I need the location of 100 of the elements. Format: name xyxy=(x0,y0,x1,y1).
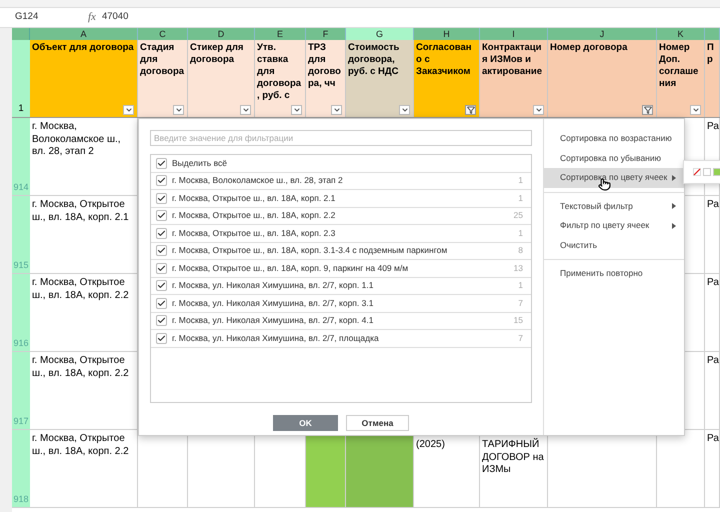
checkbox[interactable] xyxy=(156,280,167,292)
filter-dropdown-button[interactable] xyxy=(123,105,134,115)
submenu-arrow-icon xyxy=(672,222,676,229)
menu-label: Сортировка по цвету ячеек xyxy=(560,171,668,184)
item-label: г. Москва, Открытое ш., вл. 18А, корп. 3.1-3.4 с подземным паркингом xyxy=(172,244,448,258)
checkbox[interactable] xyxy=(156,175,167,186)
filter-dropdown-button[interactable] xyxy=(399,105,410,115)
column-header[interactable]: I xyxy=(480,28,548,40)
header-text: Утв. ставка для договора, руб. с xyxy=(256,41,302,102)
column-header[interactable]: H xyxy=(414,28,480,40)
item-label: г. Москва, Открытое ш., вл. 18А, корп. 9, паркинг на 409 м/м xyxy=(172,262,410,275)
header-text: Стоимость договора, руб. с НДС xyxy=(347,41,400,78)
no-fill-swatch[interactable] xyxy=(693,168,701,176)
submenu-arrow-icon xyxy=(672,203,676,210)
header-text: Номер Доп. соглашения xyxy=(658,41,700,90)
list-item[interactable]: г. Москва, Открытое ш., вл. 18А, корп. 2.1 1 xyxy=(151,190,531,208)
checkbox[interactable] xyxy=(156,262,167,274)
menu-label: Сортировка по возрастанию xyxy=(560,132,672,146)
list-item[interactable]: г. Москва, Волоколамское ш., вл. 28, этап 2 1 xyxy=(151,172,531,190)
checkbox[interactable] xyxy=(156,192,167,204)
checkbox[interactable] xyxy=(156,298,167,309)
item-count: 1 xyxy=(518,226,524,240)
column-header[interactable]: C xyxy=(138,28,188,40)
cell-text: г. Москва, Открытое ш., вл. 18А, корп. 2.1 xyxy=(31,198,130,224)
cell-text: Ра xyxy=(706,198,719,212)
menu-label: Очистить xyxy=(560,238,598,252)
cell-text: Ра xyxy=(706,276,719,290)
column-header[interactable]: F xyxy=(306,28,346,40)
checkbox[interactable] xyxy=(156,210,167,222)
column-header[interactable]: E xyxy=(255,28,306,40)
filter-dropdown-button[interactable] xyxy=(173,105,184,115)
list-item[interactable]: г. Москва, ул. Николая Химушина, вл. 2/7, корп. 3.1 7 xyxy=(151,295,531,312)
list-item[interactable]: г. Москва, Открытое ш., вл. 18А, корп. 3.1-3.4 с подземным паркингом 8 xyxy=(151,242,531,260)
caret-icon xyxy=(124,106,132,114)
item-count: 7 xyxy=(518,332,524,345)
formula-input[interactable]: 47040 xyxy=(102,10,128,25)
item-label: г. Москва, ул. Николая Химушина, вл. 2/7, корп. 1.1 xyxy=(172,279,374,292)
list-item[interactable]: Выделить всё xyxy=(151,155,531,172)
filter-dropdown-button[interactable] xyxy=(240,105,251,115)
caret-icon xyxy=(534,106,542,114)
checkbox[interactable] xyxy=(156,245,167,256)
list-item[interactable]: г. Москва, ул. Николая Химушина, вл. 2/7, корп. 4.1 15 xyxy=(151,312,531,330)
menu-item[interactable]: Сортировка по возрастанию xyxy=(544,129,684,148)
column-header[interactable]: J xyxy=(548,28,657,40)
cancel-button[interactable]: Отмена xyxy=(346,415,409,431)
cell-text: г. Москва, Волоколамское ш., вл. 28, этап 2 xyxy=(31,120,122,158)
column-header[interactable]: D xyxy=(188,28,255,40)
cell-text: (2025) xyxy=(415,438,446,452)
header-text: Номер договора xyxy=(549,41,628,54)
color-swatch[interactable] xyxy=(713,168,720,176)
header-text: Пр xyxy=(706,41,715,66)
filter-dropdown-button[interactable] xyxy=(331,105,342,115)
list-item[interactable]: г. Москва, Открытое ш., вл. 18А, корп. 2.3 1 xyxy=(151,225,531,242)
checkbox[interactable] xyxy=(156,332,167,344)
filter-dropdown-button[interactable] xyxy=(291,105,302,115)
list-item[interactable]: г. Москва, Открытое ш., вл. 18А, корп. 9, паркинг на 409 м/м 13 xyxy=(151,260,531,278)
menu-label: Сортировка по убыванию xyxy=(560,152,661,165)
item-label: Выделить всё xyxy=(172,156,227,170)
menu-item[interactable]: Сортировка по цвету ячеек xyxy=(544,168,684,188)
header-text: Согласовано с Заказчиком xyxy=(415,41,473,78)
cell-text: г. Москва, Открытое ш., вл. 18А, корп. 2.2 xyxy=(31,354,130,380)
header-text: Контрактация ИЗМов и актирование xyxy=(481,41,543,78)
list-item[interactable]: г. Москва, ул. Николая Химушина, вл. 2/7, корп. 1.1 1 xyxy=(151,278,531,295)
cell-text: Ра xyxy=(706,354,719,368)
item-count: 1 xyxy=(518,174,524,188)
item-label: г. Москва, ул. Николая Химушина, вл. 2/7, корп. 3.1 xyxy=(172,296,374,310)
list-item[interactable]: г. Москва, Открытое ш., вл. 18А, корп. 2.2 25 xyxy=(151,208,531,225)
item-label: г. Москва, Открытое ш., вл. 18А, корп. 2.3 xyxy=(172,226,336,240)
caret-icon xyxy=(242,106,250,114)
item-count: 1 xyxy=(518,279,524,292)
submenu-arrow-icon xyxy=(672,174,676,181)
checkbox[interactable] xyxy=(156,315,167,326)
menu-item[interactable]: Очистить xyxy=(544,236,684,255)
menu-item[interactable]: Применить повторно xyxy=(544,264,684,284)
header-text: Стадия для договора xyxy=(139,41,186,78)
checkbox[interactable] xyxy=(156,228,167,239)
filter-dropdown-button[interactable] xyxy=(465,105,476,115)
filter-dropdown-button[interactable] xyxy=(690,105,701,115)
search-field[interactable]: Введите значение для фильтрации xyxy=(150,130,532,146)
color-swatch[interactable] xyxy=(703,168,711,176)
menu-label: Применить повторно xyxy=(560,267,643,280)
filter-dropdown-button[interactable] xyxy=(642,105,653,115)
menu-item[interactable]: Фильтр по цвету ячеек xyxy=(544,216,684,236)
column-header[interactable]: K xyxy=(657,28,705,40)
cell-name-field[interactable]: G124 xyxy=(12,10,82,25)
list-item[interactable]: г. Москва, ул. Николая Химушина, вл. 2/7, площадка 7 xyxy=(151,330,531,348)
filter-dropdown-button[interactable] xyxy=(533,105,544,115)
row-number[interactable]: 1 xyxy=(12,40,30,117)
ok-button[interactable]: OK xyxy=(273,415,338,431)
menu-item[interactable]: Текстовый фильтр xyxy=(544,196,684,216)
item-label: г. Москва, ул. Николая Химушина, вл. 2/7, площадка xyxy=(172,332,380,345)
checkbox[interactable] xyxy=(156,158,167,169)
column-header[interactable]: G xyxy=(346,28,414,40)
column-header[interactable]: A xyxy=(30,28,138,40)
menu-item[interactable]: Сортировка по убыванию xyxy=(544,148,684,168)
item-count: 7 xyxy=(518,296,524,310)
item-count: 1 xyxy=(518,192,524,205)
item-label: г. Москва, Волоколамское ш., вл. 28, этап 2 xyxy=(172,174,344,188)
header-text: Стикер для договора xyxy=(189,41,244,66)
cell-text: Ра xyxy=(706,432,719,446)
